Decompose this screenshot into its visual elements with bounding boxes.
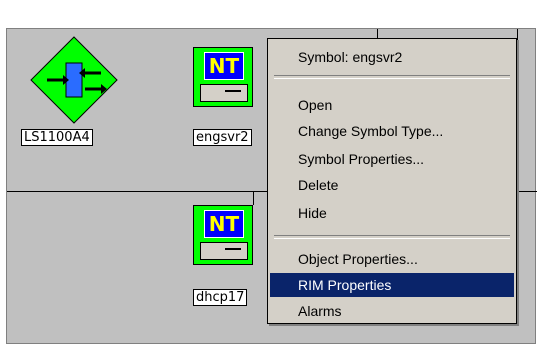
nt-badge: NT xyxy=(204,210,244,238)
menu-item-symbol-properties[interactable]: Symbol Properties... xyxy=(270,147,514,171)
menu-item-change-symbol-type[interactable]: Change Symbol Type... xyxy=(270,119,514,143)
nt-server-icon: NT xyxy=(193,205,253,265)
menu-item-open[interactable]: Open xyxy=(270,93,514,117)
symbol-label: dhcp17 xyxy=(193,289,248,306)
symbol-label: LS1100A4 xyxy=(21,129,93,146)
menu-item-rim-properties[interactable]: RIM Properties xyxy=(270,273,514,297)
menu-item-object-properties[interactable]: Object Properties... xyxy=(270,247,514,271)
menu-item-alarms[interactable]: Alarms xyxy=(270,299,514,323)
nt-badge: NT xyxy=(204,52,244,80)
menu-item-delete[interactable]: Delete xyxy=(270,173,514,197)
bridge-icon xyxy=(30,36,118,124)
computer-base-icon xyxy=(200,84,248,102)
symbol-label: engsvr2 xyxy=(193,129,252,146)
menu-title: Symbol: engsvr2 xyxy=(298,49,403,65)
symbol-ls1100a4[interactable]: LS1100A4 xyxy=(21,35,131,147)
menu-item-hide[interactable]: Hide xyxy=(270,201,514,225)
menu-separator xyxy=(274,75,510,79)
context-menu[interactable]: Symbol: engsvr2 Open Change Symbol Type.… xyxy=(267,38,517,324)
nt-server-icon: NT xyxy=(193,47,253,107)
connection-line xyxy=(253,191,254,205)
connection-line xyxy=(517,29,518,189)
computer-base-icon xyxy=(200,242,248,260)
menu-separator xyxy=(274,235,510,239)
